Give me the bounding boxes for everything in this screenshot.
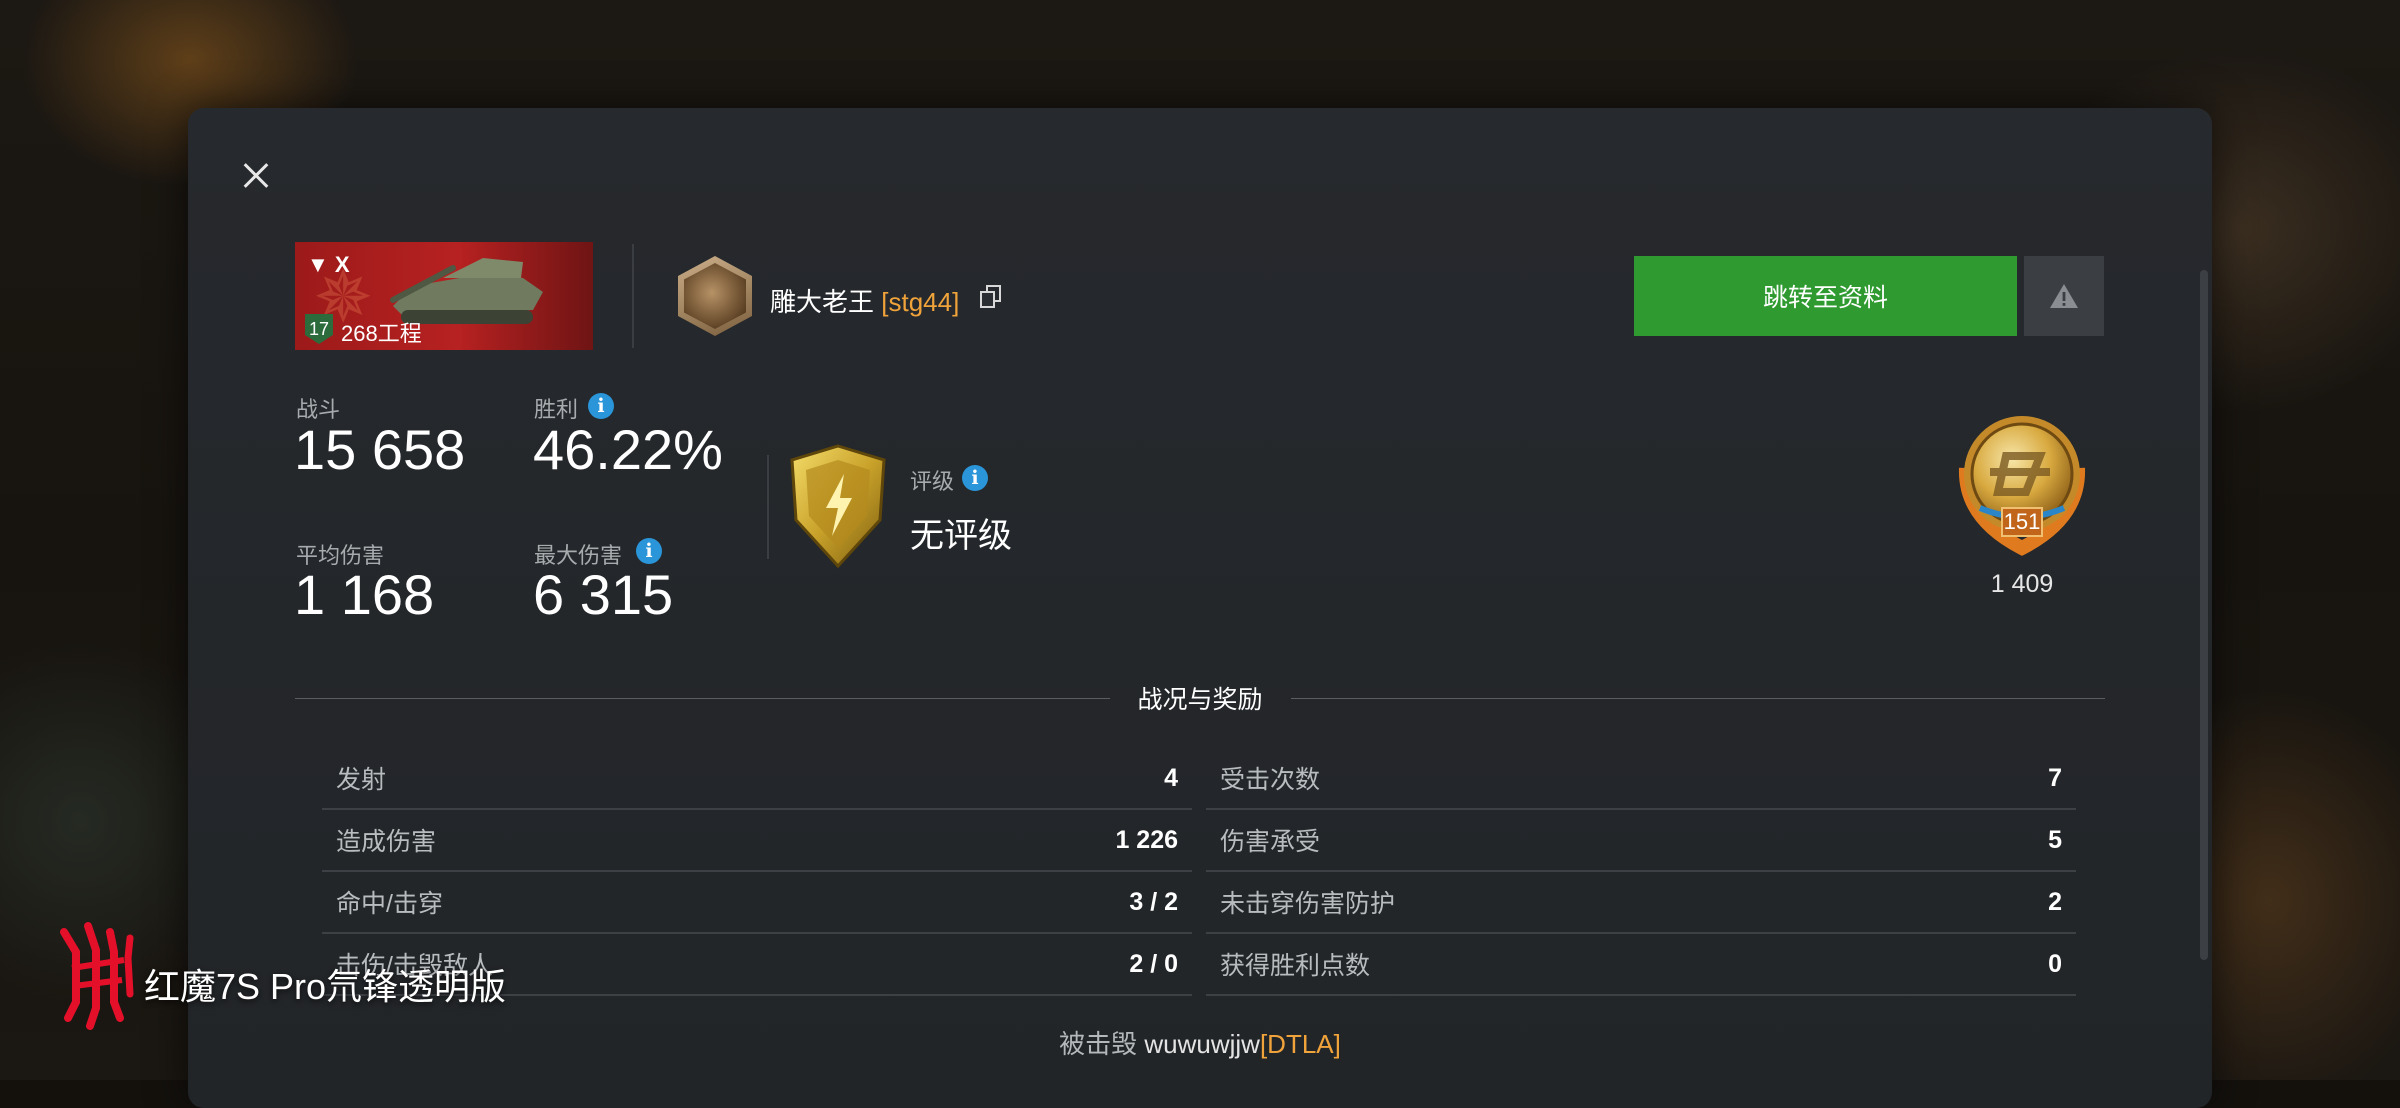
max-damage-value: 6 315: [533, 563, 674, 626]
section-header: 战况与奖励: [295, 680, 2106, 716]
tank-tier: ▼ X: [307, 252, 350, 277]
row-value: 2 / 0: [1129, 949, 1178, 978]
table-row: 伤害承受 5: [1206, 810, 2076, 872]
medal-level: 151: [2004, 509, 2041, 534]
row-value: 3 / 2: [1129, 887, 1178, 916]
row-label: 获得胜利点数: [1220, 952, 1371, 980]
tank-name: 268工程: [341, 321, 422, 346]
stats-table-right: 受击次数 7 伤害承受 5 未击穿伤害防护 2 获得胜利点数 0: [1206, 748, 2076, 996]
mastery-medal-icon: 151: [1958, 416, 2086, 556]
header-divider: [632, 244, 634, 348]
table-row: 命中/击穿 3 / 2: [322, 872, 1192, 934]
destroyed-by-label: 被击毁: [1059, 1029, 1138, 1059]
table-row: 获得胜利点数 0: [1206, 934, 2076, 996]
row-value: 2: [2048, 887, 2062, 916]
wins-value: 46.22%: [533, 418, 723, 481]
stats-divider: [767, 455, 769, 559]
row-label: 发射: [336, 766, 387, 794]
row-label: 造成伤害: [336, 828, 437, 856]
copy-icon[interactable]: [980, 285, 1001, 308]
rating-value: 无评级: [910, 517, 1012, 555]
row-value: 5: [2048, 825, 2062, 854]
rating-info-icon[interactable]: i: [962, 465, 988, 491]
destroyed-by: 被击毁 wuwuwjjw[DTLA]: [0, 1024, 2400, 1061]
killer-clan-tag: [DTLA]: [1259, 1029, 1341, 1059]
tank-card: ✵ ▼ X 17 268工程: [295, 242, 593, 350]
warning-icon: [2050, 284, 2078, 308]
table-row: 未击穿伤害防护 2: [1206, 872, 2076, 934]
row-value: 4: [1164, 763, 1178, 792]
table-row: 受击次数 7: [1206, 748, 2076, 810]
player-nickname: 雕大老王: [770, 287, 875, 317]
wins-info-icon[interactable]: i: [588, 393, 614, 419]
redmagic-logo-icon: [60, 922, 134, 1030]
row-label: 伤害承受: [1220, 828, 1321, 856]
player-clan-tag: [stg44]: [881, 287, 960, 317]
device-watermark: 红魔7S Pro氘锋透明版: [144, 966, 507, 1007]
player-name: 雕大老王 [stg44]: [770, 282, 959, 319]
row-label: 未击穿伤害防护: [1220, 890, 1396, 918]
row-value: 1 226: [1115, 825, 1178, 854]
go-to-profile-button[interactable]: 跳转至资料: [1634, 256, 2017, 336]
section-line-right: [1290, 697, 2106, 699]
max-damage-info-icon[interactable]: i: [636, 538, 662, 564]
avg-damage-value: 1 168: [294, 563, 435, 626]
row-value: 7: [2048, 763, 2062, 792]
scrollbar[interactable]: [2200, 270, 2208, 960]
row-label: 命中/击穿: [336, 890, 443, 918]
row-value: 0: [2048, 949, 2062, 978]
close-icon[interactable]: [236, 156, 276, 196]
killer-name[interactable]: wuwuwjjw: [1144, 1029, 1260, 1059]
battles-value: 15 658: [294, 418, 466, 481]
section-title: 战况与奖励: [1137, 686, 1263, 714]
medal-count: 1 409: [1990, 570, 2054, 598]
report-button[interactable]: [2024, 256, 2104, 336]
tank-level-badge: 17: [305, 314, 333, 344]
rating-shield-icon: [790, 444, 886, 569]
table-row: 发射 4: [322, 748, 1192, 810]
rating-label: 评级: [910, 469, 955, 494]
row-label: 受击次数: [1220, 766, 1321, 794]
table-row: 造成伤害 1 226: [322, 810, 1192, 872]
section-line-left: [295, 697, 1110, 699]
